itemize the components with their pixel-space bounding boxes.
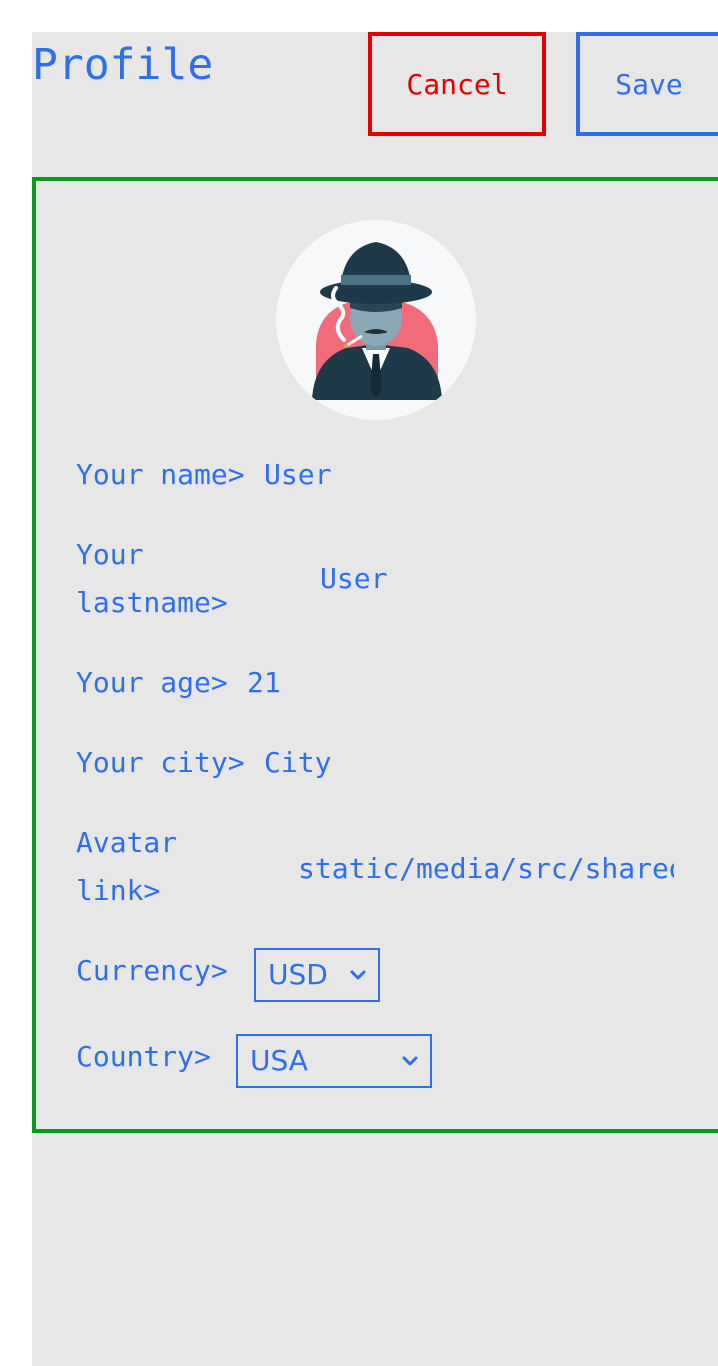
city-label: Your city> [76,746,245,779]
cancel-button[interactable]: Cancel [368,32,546,136]
city-value[interactable]: City [264,739,331,787]
chevron-down-icon [402,1056,418,1066]
country-selected-value: USA [250,1044,308,1077]
detective-avatar-icon [276,220,476,420]
currency-label: Currency> [76,954,228,987]
name-value[interactable]: User [264,451,331,499]
age-value[interactable]: 21 [247,659,281,707]
currency-selected-value: USD [268,958,328,991]
lastname-value[interactable]: User [320,555,387,603]
country-label: Country> [76,1040,211,1073]
country-select[interactable]: USA [236,1034,432,1088]
save-button[interactable]: Save [576,32,718,136]
page-title: Profile [32,40,214,90]
avatar-link-label: Avatar link> [76,826,178,907]
avatar-link-value[interactable]: static/media/src/shared [298,845,674,893]
currency-select[interactable]: USD [254,948,380,1002]
name-label: Your name> [76,458,245,491]
chevron-down-icon [350,970,366,980]
lastname-label: Your lastname> [76,538,228,619]
age-label: Your age> [76,666,228,699]
